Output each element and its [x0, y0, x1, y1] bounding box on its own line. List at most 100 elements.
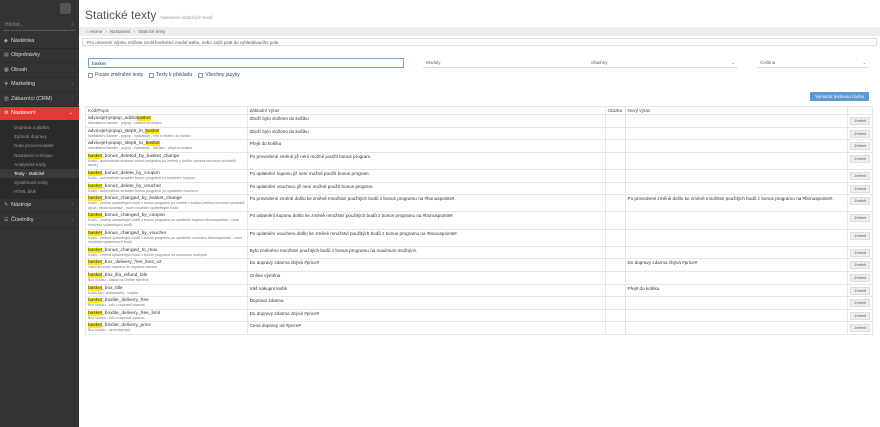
key-suffix: _bonus_changed_to_max [102, 247, 158, 253]
cell-code: advicejet-popup_addtobasket Interaktivní … [85, 114, 248, 128]
cell-new-text [624, 270, 849, 285]
cell-base-text: Po provedené změně již není možné použít… [246, 151, 606, 170]
only-changed-checkbox[interactable]: Pouze změněné texty [88, 72, 143, 78]
text-description: Interaktivní banner - popup - vyskakuje … [88, 133, 191, 138]
search-input[interactable]: basket [88, 58, 404, 68]
text-description: Box košíku - cena dopravy [88, 328, 131, 333]
cell-actions: Změnit [847, 270, 873, 285]
cell-code: basket_bonus_changed_by_voucher Košík - z… [85, 228, 248, 247]
cell-base-text: Zboží bylo vloženo do košíku [246, 126, 606, 141]
edit-button[interactable]: Změnit [850, 214, 870, 223]
edit-button[interactable]: Změnit [850, 129, 870, 138]
checkbox-box[interactable] [198, 72, 204, 78]
col-header-base[interactable]: Základní výraz [246, 106, 606, 115]
breadcrumb-separator: › [133, 29, 136, 34]
cell-question [604, 308, 626, 323]
col-header-code[interactable]: Kód/Popis [85, 106, 248, 115]
sidebar-item-label: Marketing [11, 81, 36, 88]
edit-button[interactable]: Změnit [850, 184, 870, 193]
sidebar-item-customers[interactable]: ▥ Zákazníci (CRM) ‹ [0, 92, 79, 107]
cell-new-text [624, 168, 849, 183]
cell-base-text: Bylo změněno množství použitých bodů z b… [246, 245, 606, 260]
sidebar-item-label: Objednávky [11, 52, 41, 59]
sidebar-subitem-eshop-settings[interactable]: Nastavení e-shopu [0, 151, 79, 160]
col-header-new[interactable]: Nový výraz [624, 106, 849, 115]
sidebar-subitem-static-texts[interactable]: Texty - statické [0, 168, 79, 179]
edit-button[interactable]: Změnit [850, 171, 870, 180]
cell-base-text: Po uplatnění voucheru již není možné pou… [246, 181, 606, 196]
checkbox-label: Pouze změněné texty [95, 72, 144, 78]
sidebar-item-settings[interactable]: ⚙ Nastavení ⌄ [0, 106, 79, 121]
edit-button[interactable]: Změnit [850, 324, 870, 333]
checkbox-box[interactable] [149, 72, 155, 78]
cell-question [604, 181, 626, 196]
cell-base-text: Do dopravy zdarma zbývá #price# [246, 308, 606, 323]
edit-button[interactable]: Změnit [850, 299, 870, 308]
lists-icon: ☰ [4, 216, 9, 223]
sidebar-subitem-delivery-payment[interactable]: Doprava a platba [0, 123, 79, 132]
table-row: basket_boxlite_delivery_price Box košíku … [85, 321, 873, 335]
checkbox-box[interactable] [88, 72, 93, 78]
module-select[interactable]: Moduly ⌄ [423, 58, 603, 68]
edit-button[interactable]: Změnit [850, 142, 870, 151]
sidebar-search[interactable]: Hledat... ⌕ [3, 19, 76, 31]
sidebar-search-input[interactable]: Hledat... [5, 22, 24, 28]
sidebar-subitem-delivery-method[interactable]: Způsob dopravy [0, 132, 79, 141]
sidebar-item-marketing[interactable]: ★ Marketing ‹ [0, 78, 79, 92]
sidebar-item-label: Nástěnka [11, 37, 35, 44]
edit-button[interactable]: Změnit [850, 154, 870, 163]
chevron-down-icon: ⌄ [68, 110, 73, 117]
table-row: advicejet-popup_step5_in_basket Interakti… [85, 126, 873, 141]
edit-button[interactable]: Změnit [850, 261, 870, 270]
cell-actions: Změnit [847, 126, 873, 141]
filter-panel: basket Moduly ⌄ všechny ⌄ Čeština ⌄ Pouze z… [79, 51, 880, 101]
clear-cache-button[interactable]: Vymazat textovou cache [810, 92, 869, 101]
cell-actions: Změnit [847, 245, 873, 260]
text-description: Košík - automatické smazání bonus progra… [88, 175, 195, 180]
col-header-question[interactable]: Otázka [604, 106, 626, 115]
chevron-left-icon: ‹ [71, 202, 73, 209]
search-icon: ⌕ [71, 21, 74, 28]
cell-new-text [624, 181, 849, 196]
edit-button[interactable]: Změnit [850, 117, 870, 125]
text-description: Košík - změna uplatněných bodů z bonus p… [88, 252, 208, 257]
table-row: basket_box_title Košík box, jednoduchý - … [85, 283, 873, 298]
language-select[interactable]: Čeština ⌄ [757, 58, 869, 68]
language-select-value: Čeština [760, 60, 776, 65]
edit-button[interactable]: Změnit [850, 273, 870, 282]
sidebar-subitem-analytics-codes[interactable]: Analytické kódy [0, 160, 79, 169]
cell-base-text: Zboží bylo vloženo do košíku [246, 114, 606, 128]
text-description: Košík - změna uplatněných bodů z bonus p… [88, 218, 240, 227]
sidebar: Hledat... ⌕ ◆ Nástěnka ▤ Objednávky ▦ Obsah ‹… [0, 0, 79, 427]
sidebar-item-tools[interactable]: ✎ Nástroje ‹ [0, 199, 79, 213]
cell-code: basket_boxlite_delivery_free Box košíku -… [85, 296, 248, 310]
sidebar-subitem-html-block[interactable]: HTML blok [0, 187, 79, 196]
sidebar-subitem-system-texts[interactable]: Systémové texty [0, 178, 79, 187]
table-row: basket_box_ilia_refund_title Box košíku -… [85, 270, 873, 285]
edit-button[interactable]: Změnit [850, 311, 870, 320]
text-description: Košík - změna uplatněných bodů z bonus p… [88, 201, 245, 210]
menu-toggle-icon[interactable] [60, 3, 71, 14]
breadcrumb-separator: › [105, 29, 107, 34]
all-languages-checkbox[interactable]: Všechny jazyky [198, 72, 240, 78]
edit-button[interactable]: Změnit [850, 286, 870, 295]
breadcrumb-home[interactable]: Home [90, 29, 102, 34]
sidebar-item-lists[interactable]: ☰ Číselníky ‹ [0, 213, 79, 228]
status-select[interactable]: všechny ⌄ [588, 58, 738, 68]
edit-button[interactable]: Změnit [850, 231, 870, 240]
cell-question [604, 270, 626, 285]
checkbox-label: Všechny jazyky [205, 72, 240, 78]
cell-question [604, 114, 626, 128]
cell-code: basket_bonus_changed_by_basket_change Koš… [85, 194, 248, 213]
cell-actions: Změnit [847, 321, 873, 335]
edit-button[interactable]: Změnit [850, 197, 870, 206]
cell-code: advicejet-popup_step5_to_basket Interakti… [85, 139, 248, 153]
edit-button[interactable]: Změnit [850, 248, 870, 257]
to-translate-checkbox[interactable]: Texty k překladu [149, 72, 192, 78]
sidebar-item-content[interactable]: ▦ Obsah ‹ [0, 63, 79, 78]
sidebar-item-dashboard[interactable]: ◆ Nástěnka [0, 34, 79, 49]
breadcrumb-settings[interactable]: Nastavení [110, 29, 131, 34]
cell-actions: Změnit [847, 228, 873, 247]
sidebar-subitem-operator-data[interactable]: Data provozovatele [0, 141, 79, 150]
sidebar-item-orders[interactable]: ▤ Objednávky [0, 49, 79, 63]
